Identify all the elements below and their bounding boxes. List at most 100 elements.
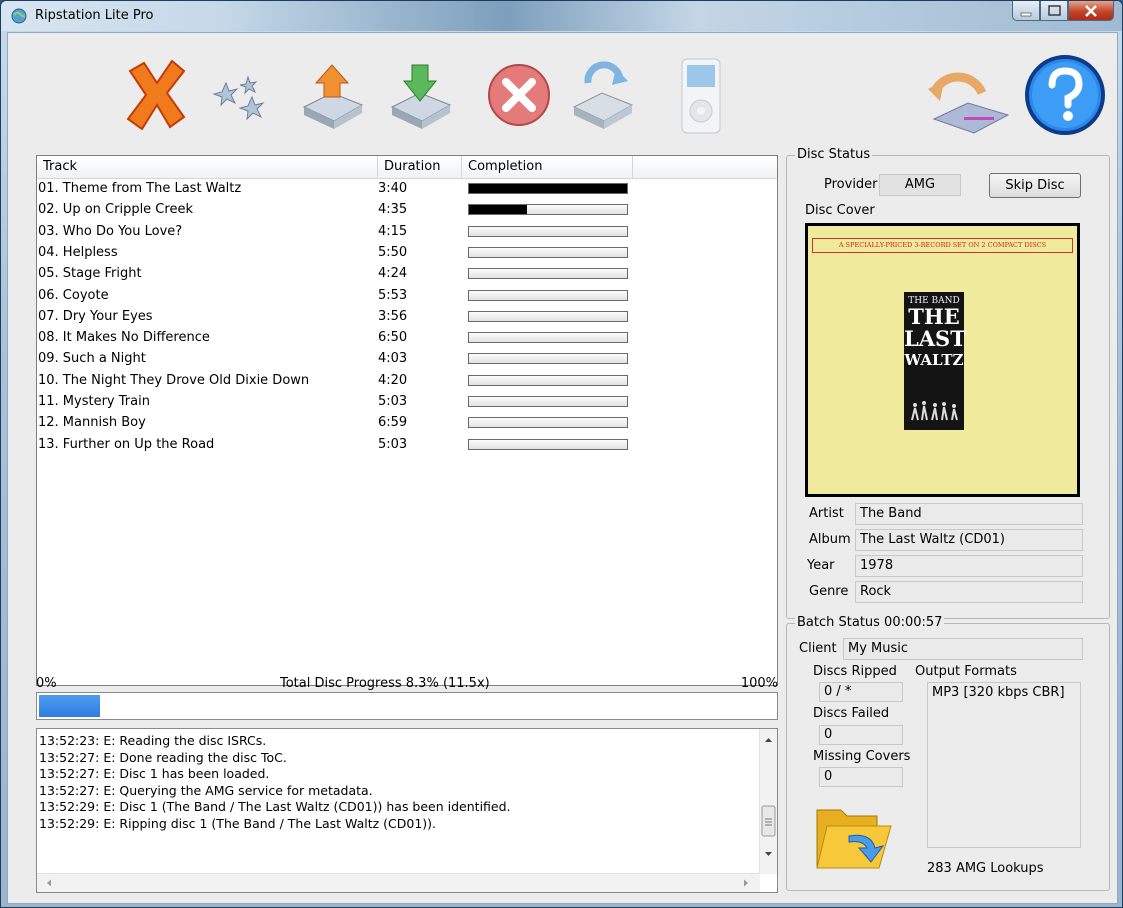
track-row[interactable]: 10. The Night They Drove Old Dixie Down 4… xyxy=(37,370,777,391)
help-button[interactable] xyxy=(1022,53,1108,137)
track-completion-bar xyxy=(468,374,628,386)
maximize-icon xyxy=(1048,5,1061,16)
disc-status-group: Disc Status Provider AMG Skip Disc Disc … xyxy=(786,147,1110,619)
track-name: 11. Mystery Train xyxy=(38,394,150,409)
cover-artwork: THE BAND THE LAST WALTZ xyxy=(904,292,966,430)
window-title: Ripstation Lite Pro xyxy=(35,8,154,23)
load-icon xyxy=(390,64,452,129)
close-button[interactable] xyxy=(1068,1,1114,21)
track-row[interactable]: 05. Stage Fright 4:24 xyxy=(37,263,777,284)
app-window: Ripstation Lite Pro Track Duration Compl… xyxy=(0,0,1123,908)
track-duration: 4:20 xyxy=(378,372,408,388)
track-row[interactable]: 06. Coyote 5:53 xyxy=(37,285,777,306)
title-bar[interactable]: Ripstation Lite Pro xyxy=(1,1,1122,31)
track-row[interactable]: 09. Such a Night 4:03 xyxy=(37,348,777,369)
open-folder-button[interactable] xyxy=(813,796,897,874)
track-name: 04. Helpless xyxy=(38,244,118,260)
log-panel[interactable]: 13:52:23: E: Reading the disc ISRCs. 13:5… xyxy=(36,728,778,893)
output-format-item[interactable]: MP3 [320 kbps CBR] xyxy=(932,683,1080,703)
track-row[interactable]: 03. Who Do You Love? 4:15 xyxy=(37,221,777,242)
total-progress-bar xyxy=(36,692,778,720)
track-row[interactable]: 02. Up on Cripple Creek 4:35 xyxy=(37,199,777,220)
provider-label: Provider xyxy=(824,177,878,192)
discs-ripped-label: Discs Ripped xyxy=(813,664,897,679)
drive-refresh-icon xyxy=(572,61,634,129)
delete-button[interactable] xyxy=(122,53,192,137)
column-header-completion[interactable]: Completion xyxy=(462,156,633,178)
stars-icon xyxy=(212,75,265,121)
track-completion-bar xyxy=(468,204,628,216)
skip-disc-button[interactable]: Skip Disc xyxy=(989,173,1081,198)
cover-line3: LAST xyxy=(904,326,966,351)
track-name: 03. Who Do You Love? xyxy=(38,223,183,239)
total-progress-fill xyxy=(39,695,100,717)
minimize-button[interactable] xyxy=(1012,1,1040,21)
log-vertical-scrollbar[interactable] xyxy=(759,729,777,874)
amg-lookups-label: 283 AMG Lookups xyxy=(927,861,1044,876)
eject-icon xyxy=(302,64,364,129)
track-name: 01. Theme from The Last Waltz xyxy=(38,181,242,196)
year-field: 1978 xyxy=(855,555,1083,577)
track-duration: 3:56 xyxy=(378,308,408,324)
discs-failed-label: Discs Failed xyxy=(813,706,890,721)
album-label: Album xyxy=(809,532,851,547)
track-duration: 4:35 xyxy=(378,202,408,218)
track-name: 09. Such a Night xyxy=(38,351,146,367)
track-name: 08. It Makes No Difference xyxy=(38,330,210,346)
track-row[interactable]: 13. Further on Up the Road 5:03 xyxy=(37,434,777,455)
track-row[interactable]: 08. It Makes No Difference 6:50 xyxy=(37,327,777,348)
album-field: The Last Waltz (CD01) xyxy=(855,529,1083,551)
progress-max-label: 100% xyxy=(740,676,778,691)
track-duration: 4:24 xyxy=(378,266,408,282)
track-row[interactable]: 07. Dry Your Eyes 3:56 xyxy=(37,306,777,327)
log-line: 13:52:29: E: Disc 1 (The Band / The Last… xyxy=(39,799,511,814)
disc-cover-label: Disc Cover xyxy=(805,203,875,218)
disc-cover-image: A SPECIALLY-PRICED 3-RECORD SET ON 2 COM… xyxy=(805,223,1080,497)
drive-refresh-button[interactable] xyxy=(568,53,638,137)
batch-status-title: Batch Status 00:00:57 xyxy=(795,615,945,630)
track-row[interactable]: 01. Theme from The Last Waltz 3:40 xyxy=(37,178,777,199)
track-row[interactable]: 11. Mystery Train 5:03 xyxy=(37,391,777,412)
progress-label: Total Disc Progress 8.3% (11.5x) xyxy=(280,676,490,691)
log-horizontal-scrollbar[interactable] xyxy=(37,873,760,892)
folder-icon xyxy=(816,809,892,869)
progress-min-label: 0% xyxy=(36,676,57,691)
stars-button[interactable] xyxy=(208,53,278,137)
load-button[interactable] xyxy=(386,53,456,137)
track-completion-bar xyxy=(468,353,628,365)
cancel-button[interactable] xyxy=(484,53,554,137)
track-name: 10. The Night They Drove Old Dixie Down xyxy=(38,372,310,388)
maximize-button[interactable] xyxy=(1040,1,1068,21)
client-area: Track Duration Completion 01. Theme from… xyxy=(7,32,1118,904)
year-label: Year xyxy=(807,558,835,573)
ipod-icon xyxy=(681,58,721,134)
track-completion-bar xyxy=(468,289,628,301)
column-header-duration[interactable]: Duration xyxy=(378,156,462,178)
log-line: 13:52:27: E: Disc 1 has been loaded. xyxy=(39,766,270,781)
track-completion-bar xyxy=(468,396,628,407)
ipod-button[interactable] xyxy=(676,53,746,137)
track-row[interactable]: 12. Mannish Boy 6:59 xyxy=(37,412,777,433)
network-drive-icon xyxy=(928,72,1010,134)
track-name: 02. Up on Cripple Creek xyxy=(38,202,193,218)
track-duration: 6:59 xyxy=(378,415,408,431)
track-completion-bar xyxy=(468,183,628,194)
track-name: 12. Mannish Boy xyxy=(38,415,146,431)
network-drive-button[interactable] xyxy=(924,53,1014,137)
cover-dancers-graphic xyxy=(911,401,958,421)
track-completion-bar xyxy=(468,246,628,258)
track-completion-fill xyxy=(469,205,528,215)
eject-button[interactable] xyxy=(298,53,368,137)
output-formats-list[interactable]: MP3 [320 kbps CBR] xyxy=(927,682,1081,848)
cover-banner: A SPECIALLY-PRICED 3-RECORD SET ON 2 COM… xyxy=(812,238,1073,253)
disc-status-title: Disc Status xyxy=(795,147,873,162)
track-completion-bar xyxy=(468,268,628,280)
column-header-track[interactable]: Track xyxy=(37,156,378,178)
track-list[interactable]: Track Duration Completion 01. Theme from… xyxy=(36,155,778,686)
missing-covers-field: 0 xyxy=(819,767,903,787)
track-row[interactable]: 04. Helpless 5:50 xyxy=(37,242,777,263)
scroll-arrows-icon xyxy=(761,738,776,856)
track-duration: 5:03 xyxy=(378,394,408,409)
track-completion-bar xyxy=(468,310,628,322)
cover-line2: THE xyxy=(908,304,960,329)
